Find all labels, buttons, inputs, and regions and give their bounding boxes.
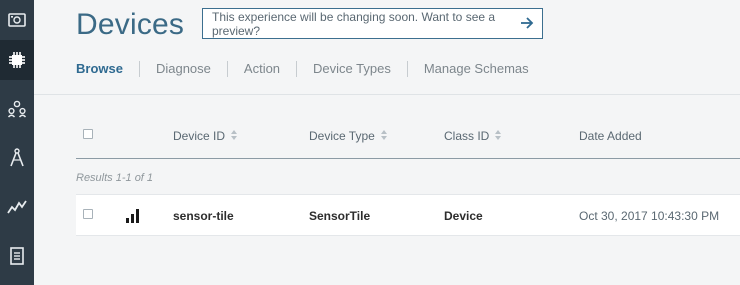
usage-icon: [7, 199, 27, 215]
tab-bar: Browse Diagnose Action Device Types Mana…: [76, 61, 545, 77]
table-row[interactable]: sensor-tile SensorTile Device Oct 30, 20…: [76, 194, 740, 236]
device-table: Device ID Device Type Class ID Date Adde…: [34, 96, 740, 285]
column-header-device-type[interactable]: Device Type: [309, 129, 387, 143]
members-icon: [7, 100, 27, 118]
tab-device-types[interactable]: Device Types: [296, 61, 407, 77]
compass-icon: [9, 148, 25, 168]
tab-action[interactable]: Action: [226, 61, 296, 77]
sidebar-item-members[interactable]: [0, 89, 34, 129]
select-all-checkbox[interactable]: [83, 129, 93, 139]
tab-browse[interactable]: Browse: [76, 61, 139, 77]
page-title: Devices: [76, 8, 185, 41]
date-added-cell: Oct 30, 2017 10:43:30 PM: [579, 209, 720, 223]
sidebar: [0, 0, 34, 285]
sidebar-item-document[interactable]: [0, 236, 34, 276]
main-area: Devices This experience will be changing…: [34, 0, 740, 285]
signal-bars-icon: [125, 207, 141, 228]
column-label: Device ID: [173, 129, 226, 143]
tab-diagnose[interactable]: Diagnose: [138, 61, 227, 77]
sort-icon: [380, 129, 387, 143]
page-header: Devices This experience will be changing…: [34, 0, 740, 95]
column-label: Class ID: [444, 129, 490, 143]
sidebar-item-dashboard[interactable]: [0, 0, 34, 40]
column-label: Device Type: [309, 129, 375, 143]
chip-icon: [7, 50, 27, 70]
dashboard-icon: [8, 12, 26, 28]
table-header: Device ID Device Type Class ID Date Adde…: [76, 96, 740, 159]
column-header-device-id[interactable]: Device ID: [173, 129, 238, 143]
preview-banner-button[interactable]: This experience will be changing soon. W…: [202, 8, 543, 39]
sidebar-item-compass[interactable]: [0, 138, 34, 178]
sort-icon: [495, 129, 502, 143]
row-checkbox[interactable]: [83, 209, 93, 219]
sort-icon: [231, 129, 238, 143]
tab-manage-schemas[interactable]: Manage Schemas: [406, 61, 545, 77]
document-icon: [10, 247, 24, 265]
preview-banner-text: This experience will be changing soon. W…: [212, 9, 496, 38]
results-count: Results 1-1 of 1: [76, 172, 154, 184]
column-header-class-id[interactable]: Class ID: [444, 129, 502, 143]
sidebar-item-usage[interactable]: [0, 187, 34, 227]
sidebar-item-devices[interactable]: [0, 40, 34, 80]
class-id-cell: Device: [444, 209, 483, 223]
device-id-cell[interactable]: sensor-tile: [173, 209, 234, 223]
device-type-cell: SensorTile: [309, 209, 371, 223]
column-label: Date Added: [579, 129, 642, 143]
column-header-date-added[interactable]: Date Added: [579, 129, 642, 143]
arrow-right-icon: [520, 16, 534, 33]
